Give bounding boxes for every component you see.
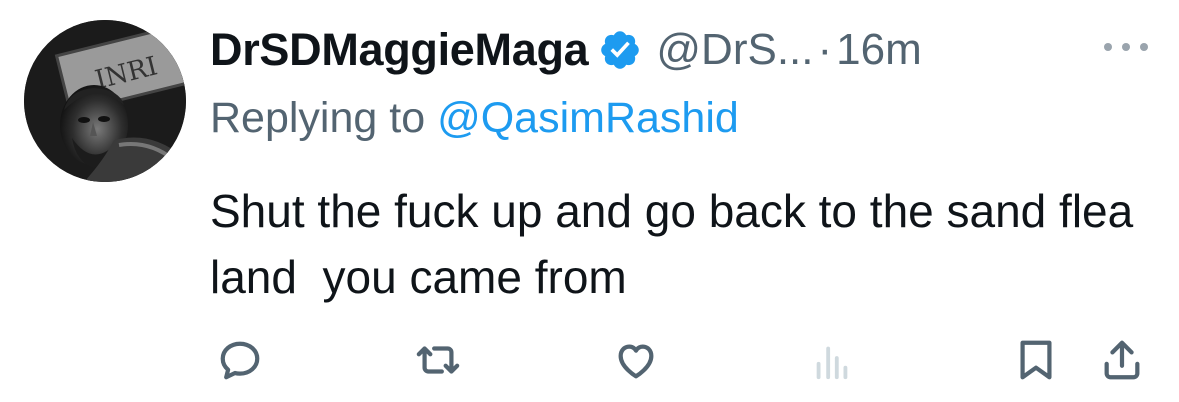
more-options-icon[interactable] <box>1098 32 1154 62</box>
tweet-header: DrSDMaggieMaga @DrS... · 16m <box>210 20 922 80</box>
avatar[interactable]: INRI <box>24 20 186 182</box>
retweet-icon[interactable] <box>412 334 464 386</box>
separator-dot: · <box>817 25 833 74</box>
tweet-text: Shut the fuck up and go back to the sand… <box>210 185 1146 303</box>
replying-to-label: Replying to <box>210 94 438 142</box>
timestamp[interactable]: 16m <box>836 25 922 75</box>
replying-to: Replying to @QasimRashid <box>210 94 739 143</box>
display-name[interactable]: DrSDMaggieMaga <box>210 24 589 76</box>
like-icon[interactable] <box>610 334 662 386</box>
bookmark-icon[interactable] <box>1010 334 1062 386</box>
tweet: INRI DrSDMaggieMaga @DrS... · 16m Replyi… <box>0 0 1179 402</box>
reply-mention-link[interactable]: @QasimRashid <box>437 94 739 142</box>
reply-icon[interactable] <box>214 334 266 386</box>
verified-badge-icon <box>598 28 642 72</box>
action-bar <box>0 330 1179 390</box>
user-handle[interactable]: @DrS... <box>656 25 813 75</box>
share-icon[interactable] <box>1096 334 1148 386</box>
views-icon[interactable] <box>806 334 858 386</box>
